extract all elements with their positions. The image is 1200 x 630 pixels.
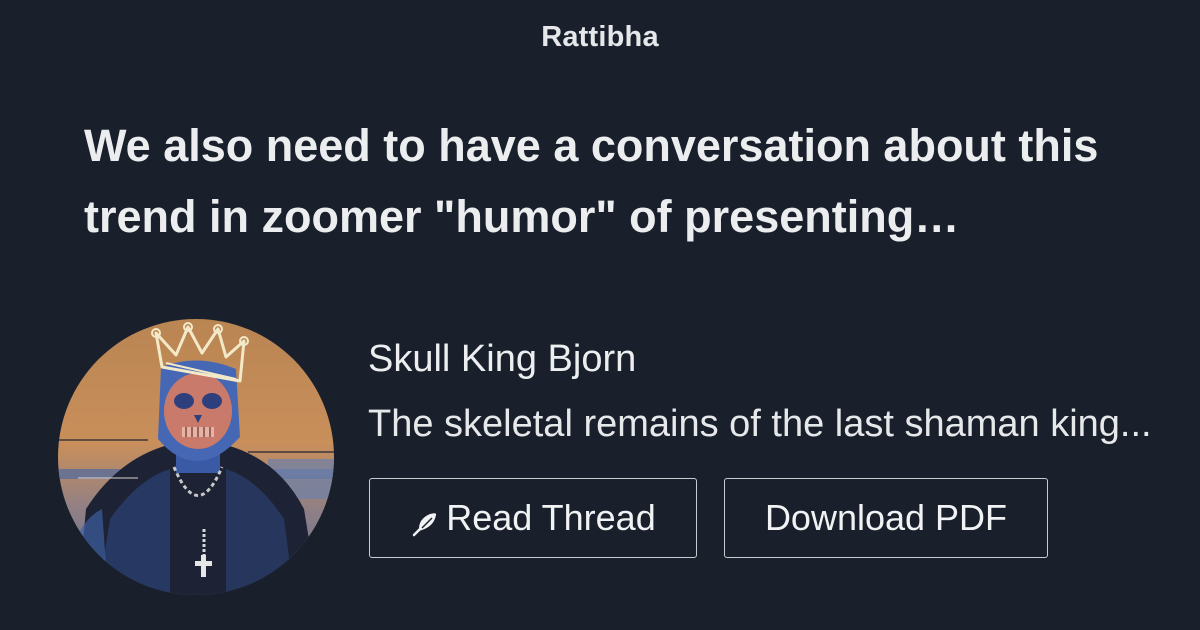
download-pdf-label: Download PDF: [764, 497, 1008, 538]
download-pdf-button[interactable]: Download PDF: [724, 478, 1048, 558]
author-name[interactable]: Skull King Bjorn: [368, 338, 636, 381]
read-thread-label: Read Thread: [446, 497, 656, 538]
feather-icon: [410, 506, 440, 537]
author-bio: The skeletal remains of the last shaman …: [368, 403, 1152, 445]
read-thread-button[interactable]: Read Thread: [369, 478, 697, 558]
avatar-image: [58, 319, 334, 595]
brand-name: Rattibha: [541, 21, 659, 53]
author-avatar: [58, 319, 334, 595]
thread-title: We also need to have a conversation abou…: [84, 120, 1099, 242]
